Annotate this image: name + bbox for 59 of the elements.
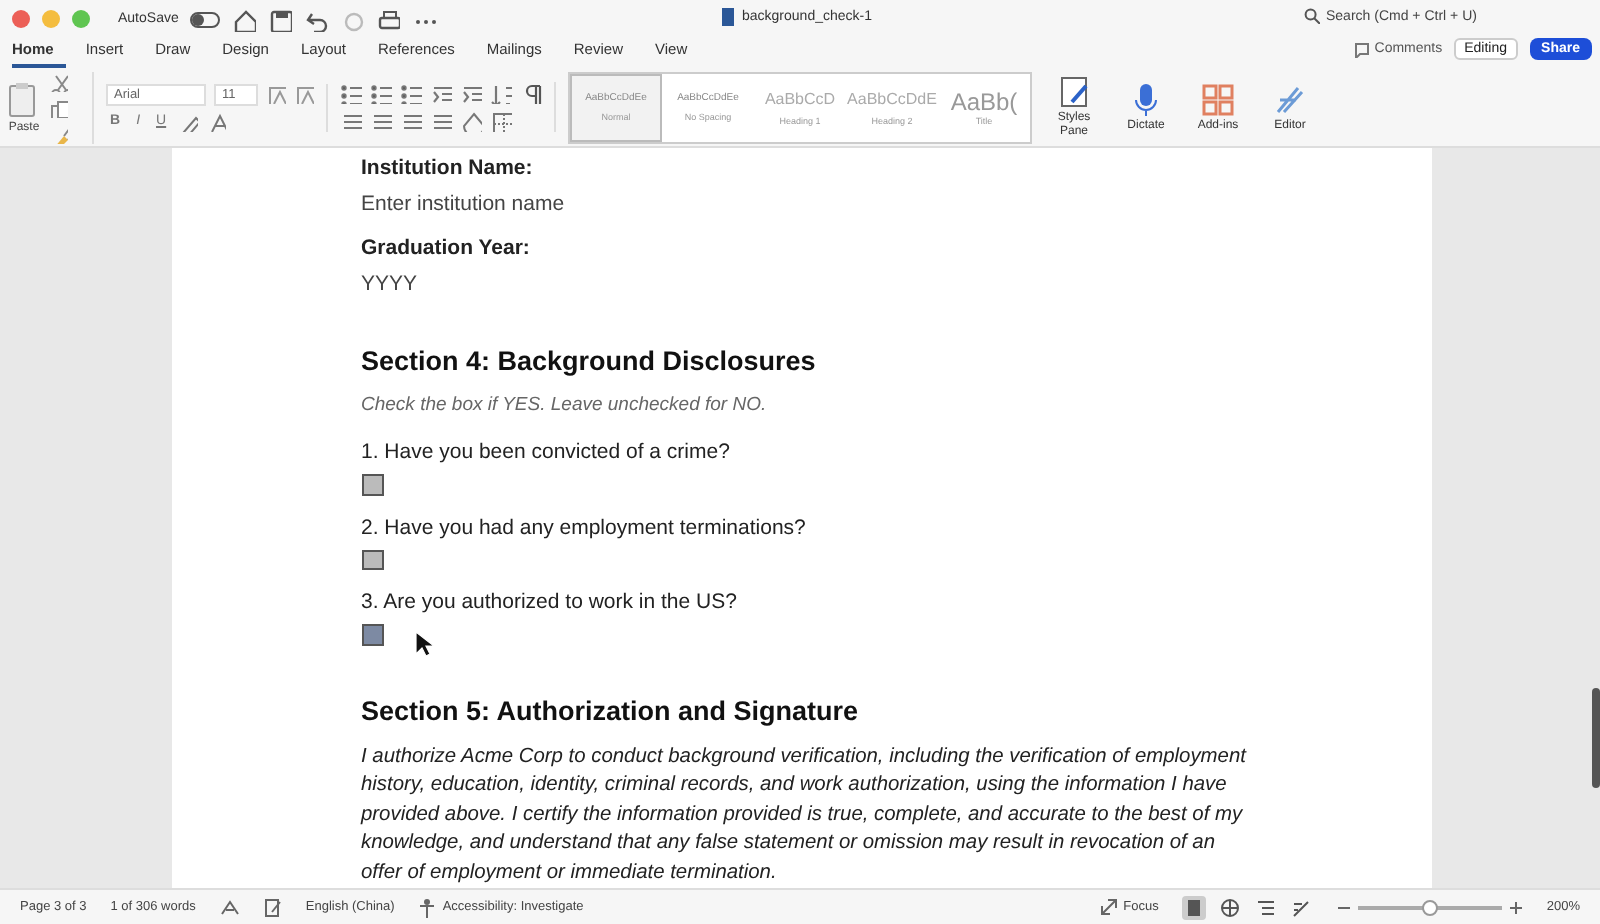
list-icon[interactable] — [340, 82, 362, 104]
checkbox[interactable] — [361, 549, 383, 570]
print-layout-icon — [1184, 897, 1205, 917]
print-view-button[interactable] — [1182, 895, 1207, 919]
accessibility-icon — [418, 897, 437, 917]
field-placeholder[interactable]: Enter institution name — [361, 192, 1431, 216]
document-check-icon[interactable] — [263, 897, 282, 917]
autosave-toggle[interactable] — [190, 11, 221, 27]
font-color-icon[interactable] — [206, 111, 227, 131]
comment-icon — [1354, 41, 1371, 57]
indent-icon[interactable] — [430, 82, 452, 104]
zoom-slider-thumb[interactable] — [1422, 899, 1439, 915]
pilcrow-icon[interactable] — [520, 82, 542, 104]
field-label: Graduation Year: — [361, 236, 532, 260]
home-icon[interactable] — [232, 7, 257, 31]
align-icon[interactable] — [400, 110, 422, 132]
sort-icon[interactable] — [490, 82, 512, 104]
web-view-button[interactable] — [1218, 895, 1243, 919]
field-label: Institution Name: — [361, 156, 535, 180]
section-heading: Section 4: Background Disclosures — [361, 346, 818, 376]
grid-icon — [1200, 81, 1236, 118]
copy-icon[interactable] — [48, 97, 68, 117]
zoom-out-icon[interactable] — [1338, 901, 1351, 913]
expand-icon — [1099, 898, 1118, 916]
highlight-icon[interactable] — [178, 111, 199, 131]
zoom-in-icon[interactable] — [1510, 901, 1523, 913]
outline-view-button[interactable] — [1254, 895, 1279, 919]
field-placeholder[interactable]: YYYY — [361, 272, 1431, 296]
mouse-pointer-icon — [414, 630, 434, 658]
checkbox[interactable] — [361, 474, 383, 495]
save-icon[interactable] — [268, 7, 293, 31]
styles-pane-icon — [1056, 74, 1092, 111]
cut-icon[interactable] — [48, 71, 68, 91]
clipboard-icon — [8, 81, 40, 117]
close-window-button[interactable] — [12, 10, 30, 28]
indent-icon[interactable] — [460, 82, 482, 104]
search-icon — [1304, 8, 1320, 24]
scrollbar-thumb[interactable] — [1592, 688, 1600, 788]
authorization-paragraph: I authorize Acme Corp to conduct background verification, including the verification of employment history, education, identity, criminal records, and work authorization, using the information I have provided above. I certify the information provided is true, complete, and accurate to the best of my knowledge, and understand that any false statement or omission may result in revocation of an offer of employment or immediate termination. — [361, 743, 1249, 887]
print-icon[interactable] — [376, 7, 401, 31]
question-text: 2. Have you had any employment terminations? — [361, 515, 808, 539]
question-text: 3. Are you authorized to work in the US? — [361, 590, 739, 614]
question-text: 1. Have you been convicted of a crime? — [361, 440, 732, 464]
borders-icon[interactable] — [490, 110, 512, 132]
outline-layout-icon — [1256, 897, 1277, 917]
list-icon[interactable] — [370, 82, 392, 104]
align-icon[interactable] — [370, 110, 392, 132]
list-icon[interactable] — [400, 82, 422, 104]
align-icon[interactable] — [340, 110, 362, 132]
web-layout-icon — [1220, 897, 1241, 917]
section-heading: Section 5: Authorization and Signature — [361, 695, 861, 725]
align-icon[interactable] — [430, 110, 452, 132]
document-icon — [720, 8, 736, 26]
instruction-text: Check the box if YES. Leave unchecked for NO. — [361, 394, 769, 416]
checkbox[interactable] — [361, 624, 383, 645]
draft-view-button[interactable] — [1290, 895, 1315, 919]
proofing-icon[interactable] — [219, 897, 240, 917]
draft-layout-icon — [1292, 897, 1313, 917]
pen-icon — [1272, 81, 1308, 118]
